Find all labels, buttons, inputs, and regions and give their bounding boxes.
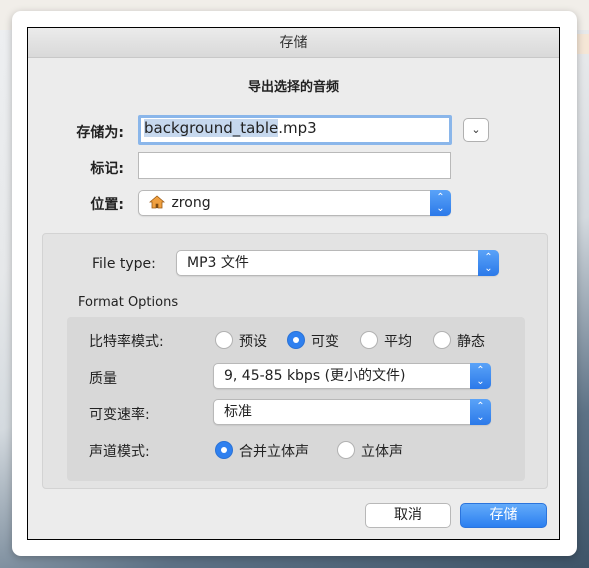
file-type-select[interactable]: MP3 文件 ⌃ ⌄ bbox=[176, 250, 499, 276]
save-button[interactable]: 存储 bbox=[460, 503, 547, 528]
variable-speed-value: 标准 bbox=[224, 404, 252, 420]
quality-label: 质量 bbox=[89, 371, 117, 387]
variable-speed-select[interactable]: 标准 ⌃ ⌄ bbox=[213, 399, 491, 425]
bitrate-preset-label[interactable]: 预设 bbox=[239, 331, 267, 351]
channel-joint-stereo-label[interactable]: 合并立体声 bbox=[239, 441, 309, 461]
format-panel: File type: MP3 文件 ⌃ ⌄ Format Options 比特率模… bbox=[42, 233, 548, 489]
save-dialog: 存储 导出选择的音频 存储为: background_table.mp3 ⌄ 标… bbox=[27, 27, 560, 540]
bitrate-constant-radio[interactable] bbox=[433, 331, 451, 349]
bitrate-constant-label[interactable]: 静态 bbox=[457, 331, 485, 351]
quality-select[interactable]: 9, 45-85 kbps (更小的文件) ⌃ ⌄ bbox=[213, 363, 491, 389]
save-as-label: 存储为: bbox=[76, 125, 124, 141]
home-folder-icon bbox=[148, 194, 167, 218]
expand-dialog-button[interactable]: ⌄ bbox=[463, 118, 489, 142]
channel-mode-label: 声道模式: bbox=[89, 444, 150, 460]
channel-stereo-radio[interactable] bbox=[337, 441, 355, 459]
bitrate-average-radio[interactable] bbox=[360, 331, 378, 349]
chevron-down-icon: ⌄ bbox=[471, 123, 481, 136]
bitrate-variable-label[interactable]: 可变 bbox=[311, 331, 339, 351]
bitrate-preset-radio[interactable] bbox=[215, 331, 233, 349]
variable-speed-label: 可变速率: bbox=[89, 407, 150, 423]
format-options-title: Format Options bbox=[78, 295, 179, 310]
dialog-subtitle: 导出选择的音频 bbox=[247, 80, 339, 95]
dialog-title: 存储 bbox=[28, 28, 559, 58]
channel-stereo-label[interactable]: 立体声 bbox=[361, 441, 403, 461]
location-label: 位置: bbox=[90, 197, 124, 213]
bitrate-variable-radio[interactable] bbox=[287, 331, 305, 349]
file-type-label: File type: bbox=[92, 256, 156, 272]
location-value: zrong bbox=[171, 195, 211, 211]
channel-joint-stereo-radio[interactable] bbox=[215, 441, 233, 459]
location-select[interactable]: zrong ⌃ ⌄ bbox=[138, 190, 451, 216]
quality-value: 9, 45-85 kbps (更小的文件) bbox=[224, 368, 406, 384]
bitrate-mode-label: 比特率模式: bbox=[89, 334, 164, 350]
bitrate-average-label[interactable]: 平均 bbox=[384, 331, 412, 351]
tags-input[interactable] bbox=[138, 152, 451, 179]
location-stepper-icon: ⌃ ⌄ bbox=[430, 190, 451, 216]
filename-extension: .mp3 bbox=[278, 119, 317, 137]
file-type-stepper-icon: ⌃ ⌄ bbox=[478, 250, 499, 276]
filename-selected-text: background_table bbox=[144, 119, 279, 137]
filename-input[interactable]: background_table.mp3 bbox=[138, 115, 452, 145]
file-type-value: MP3 文件 bbox=[187, 255, 249, 271]
tags-label: 标记: bbox=[90, 161, 124, 177]
variable-speed-stepper-icon: ⌃ ⌄ bbox=[470, 399, 491, 425]
cancel-button[interactable]: 取消 bbox=[365, 503, 451, 528]
quality-stepper-icon: ⌃ ⌄ bbox=[470, 363, 491, 389]
format-options-box: 比特率模式: 预设 可变 平均 静态 质量 9, 45-85 kbps (更小的… bbox=[67, 317, 525, 481]
